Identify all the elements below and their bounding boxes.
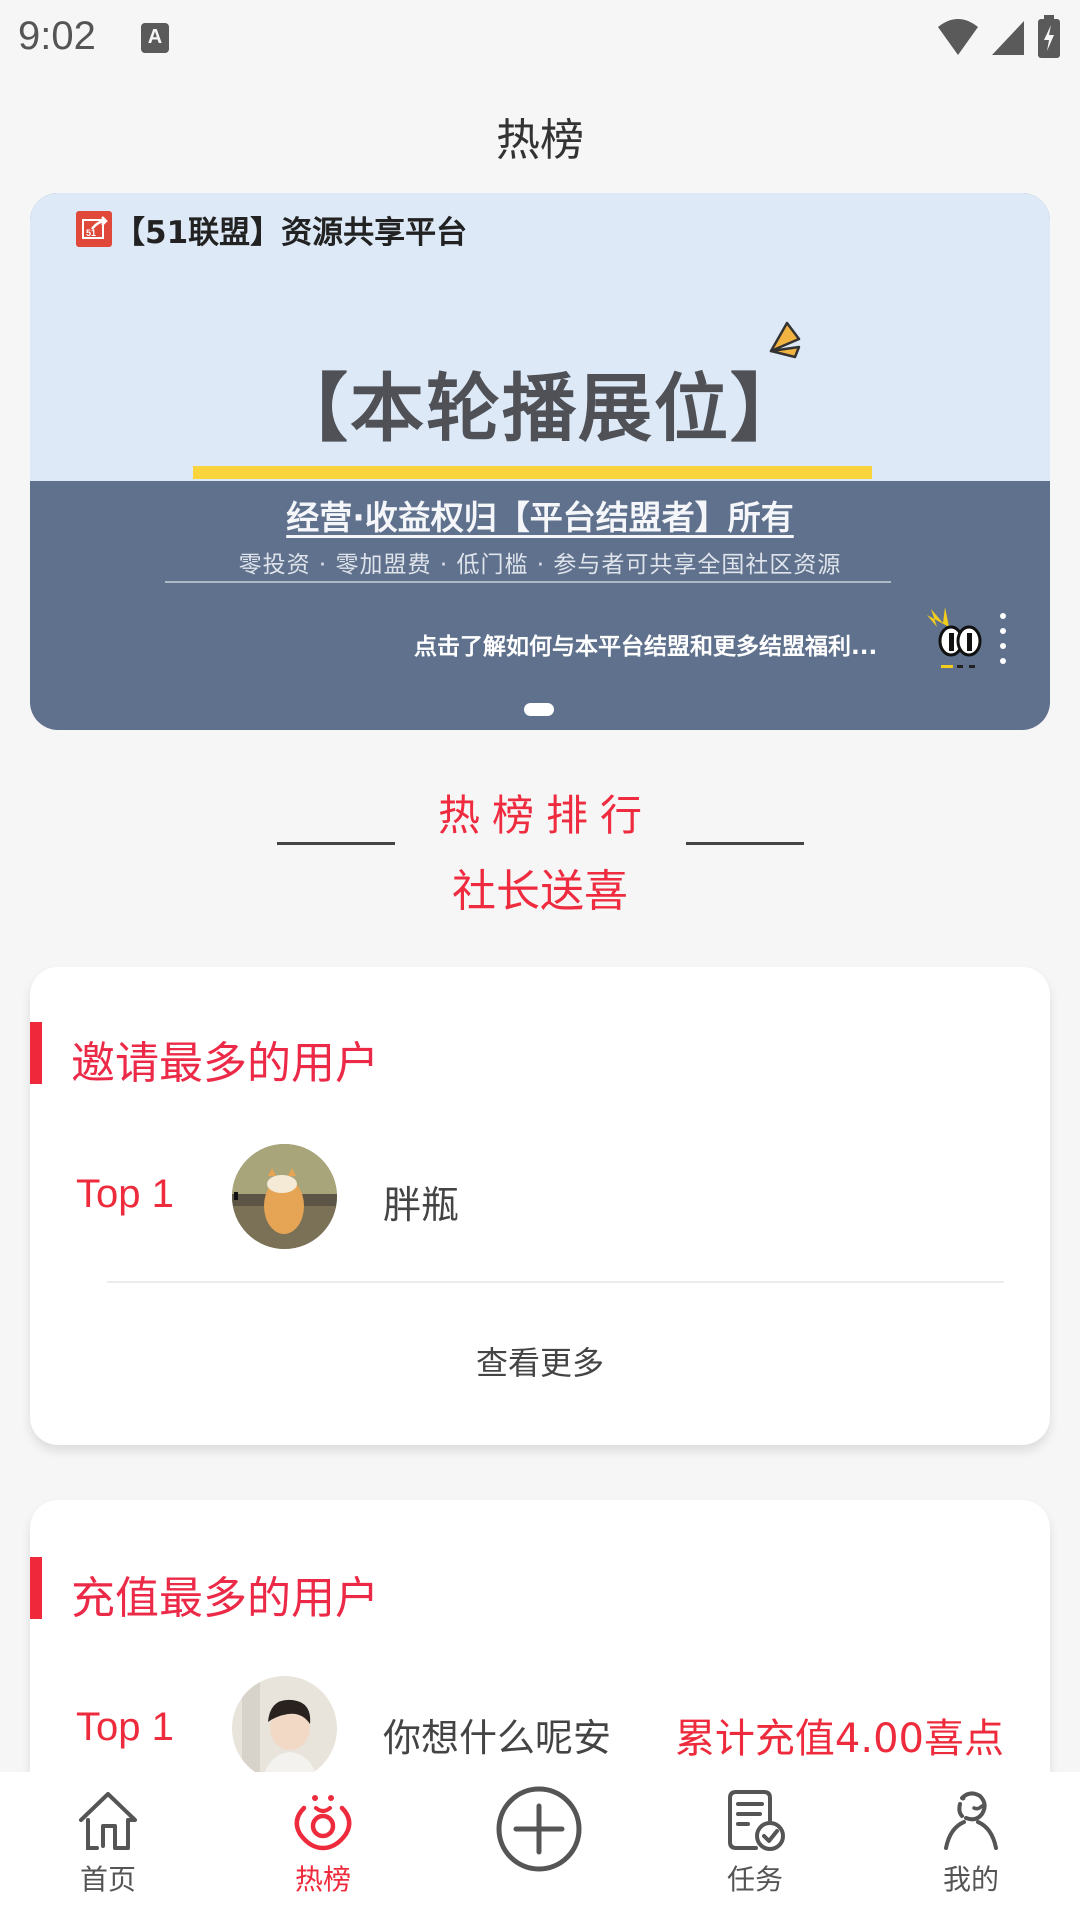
profile-icon [944,1791,998,1850]
nav-item-hot-list[interactable]: 热榜 [253,1772,393,1920]
card-title: 充值最多的用户 [71,1573,379,1624]
ranking-title: 热榜排行 [437,791,654,840]
eyes-sticker-icon [923,605,985,675]
banner-brand: 【51联盟】资源共享平台 [114,215,468,251]
banner-cta-link[interactable]: 点击了解如何与本平台结盟和更多结盟福利... [414,627,877,661]
signal-icon [992,21,1024,55]
page-title: 热榜 [496,115,584,166]
row-rank: Top 1 [76,1172,174,1216]
avatar[interactable] [232,1676,337,1781]
battery-charging-icon [1038,15,1060,58]
banner-divider [165,581,891,583]
row-topup-total: 累计充值4.00喜点 [674,1716,1004,1762]
banner-headline: 【本轮播展位】 [274,366,806,452]
promo-banner[interactable]: 51 【51联盟】资源共享平台 【本轮播展位】 经营·收益权归【平台结盟者】所有… [30,193,1050,730]
nav-label: 热榜 [294,1863,351,1896]
card-title-bar [30,1557,42,1619]
nav-item-add[interactable] [469,1772,609,1920]
status-time: 9:02 [18,14,96,58]
wifi-icon [938,19,978,55]
nav-item-profile[interactable]: 我的 [901,1772,1041,1920]
svg-text:51: 51 [86,228,96,238]
task-icon [728,1790,785,1851]
nav-label: 任务 [726,1863,783,1896]
more-dots-icon[interactable] [1000,613,1008,673]
card-divider [107,1281,1004,1283]
nav-label: 首页 [79,1863,136,1896]
notification-icon: A [141,23,169,53]
view-more-button[interactable]: 查看更多 [30,1338,1050,1384]
banner-accent-bar [193,466,872,479]
add-circle-icon [496,1786,582,1872]
banner-tagline: 零投资 · 零加盟费 · 低门槛 · 参与者可共享全国社区资源 [238,552,842,578]
ranking-subtitle: 社长送喜 [452,866,628,917]
card-title-bar [30,1022,42,1084]
row-username: 你想什么呢安 [383,1716,612,1760]
banner-subtitle: 经营·收益权归【平台结盟者】所有 [286,498,794,537]
card-title: 邀请最多的用户 [71,1038,379,1089]
sparkle-icon [765,317,805,365]
nav-item-home[interactable]: 首页 [38,1772,178,1920]
avatar[interactable] [232,1144,337,1249]
row-rank: Top 1 [76,1705,174,1749]
brand-logo-icon: 51 [76,211,112,247]
row-username: 胖瓶 [383,1183,460,1227]
status-icons [936,15,1062,59]
nav-item-tasks[interactable]: 任务 [685,1772,825,1920]
bottom-nav: 首页 热榜 任务 我的 [0,1772,1080,1920]
invite-ranking-card: 邀请最多的用户 Top 1 胖瓶 查看更多 [30,967,1050,1445]
nav-label: 我的 [942,1863,999,1896]
carousel-indicator[interactable] [524,703,554,716]
hot-list-icon [294,1795,352,1851]
home-icon [79,1792,137,1850]
